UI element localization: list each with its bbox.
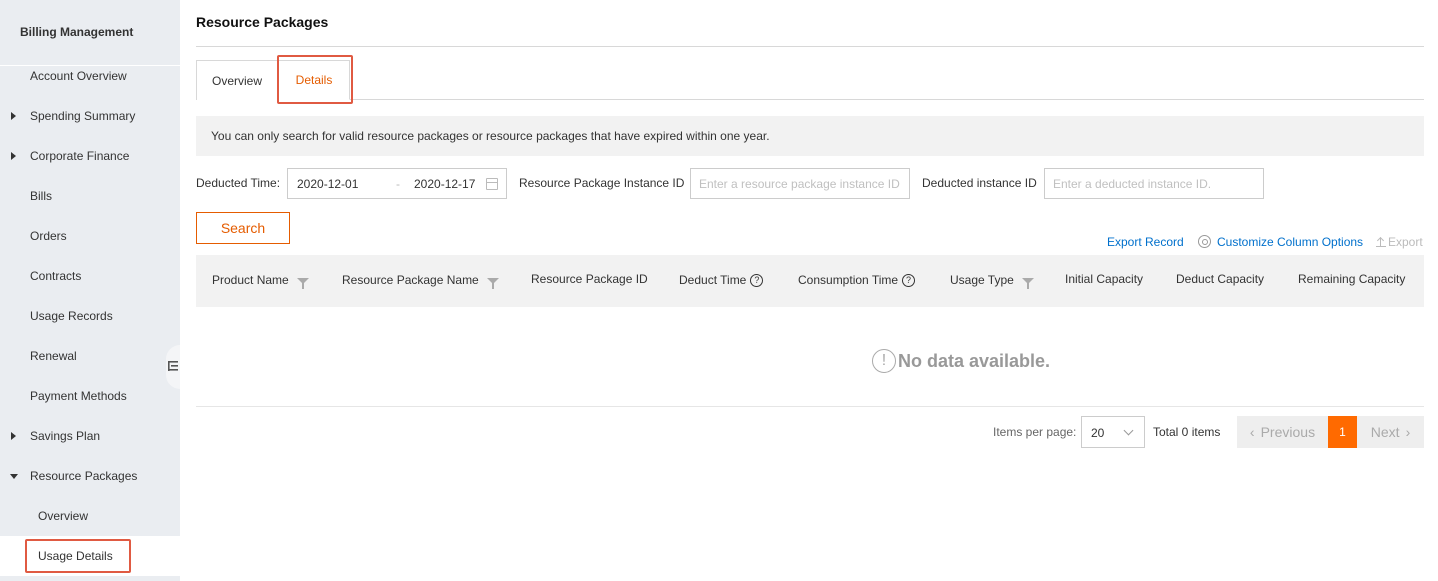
- sidebar-collapse-handle[interactable]: [166, 345, 180, 389]
- sidebar-item-spending-summary[interactable]: Spending Summary: [0, 96, 180, 136]
- date-separator: -: [396, 177, 400, 191]
- total-items: Total 0 items: [1153, 425, 1221, 439]
- sidebar-item-payment-methods[interactable]: Payment Methods: [0, 376, 180, 416]
- column-label: Resource Package Name: [342, 273, 479, 287]
- column-header-deduct-capacity: Deduct Capacity: [1176, 272, 1264, 286]
- column-label: Deduct Capacity: [1176, 272, 1265, 286]
- sidebar-item-label: Savings Plan: [30, 429, 101, 443]
- exclamation-icon: !: [872, 349, 896, 373]
- caret-down-icon: [10, 473, 18, 479]
- customize-columns-link[interactable]: Customize Column Options: [1217, 235, 1363, 249]
- column-header-deduct-time: Deduct Time ?: [679, 273, 764, 287]
- usage-details-highlight-box: [25, 539, 131, 573]
- empty-text: No data available.: [898, 350, 1051, 371]
- next-label: Next: [1370, 424, 1400, 440]
- sidebar-subitem-overview[interactable]: Overview: [0, 496, 180, 536]
- sidebar: Billing Management Account Overview Spen…: [0, 0, 180, 581]
- sidebar-item-label: Contracts: [30, 269, 82, 283]
- sidebar-item-label: Orders: [30, 229, 67, 243]
- chevron-right-icon: ›: [1405, 424, 1411, 440]
- sidebar-item-label: Resource Packages: [30, 469, 138, 483]
- sidebar-item-label: Payment Methods: [30, 389, 127, 403]
- filter-icon[interactable]: [486, 278, 499, 289]
- column-header-resource-package-id: Resource Package ID: [531, 272, 648, 286]
- previous-label: Previous: [1260, 424, 1316, 440]
- title-divider: [196, 46, 1424, 47]
- filter-icon[interactable]: [1021, 278, 1034, 289]
- column-header-usage-type[interactable]: Usage Type: [950, 273, 1034, 289]
- page-title: Resource Packages: [196, 14, 329, 30]
- table-header: Product Name Resource Package Name Resou…: [196, 255, 1424, 307]
- sidebar-item-label: Account Overview: [30, 69, 127, 83]
- page-size-select[interactable]: 20: [1081, 416, 1145, 448]
- instance-id-label: Resource Package Instance ID: [519, 176, 685, 190]
- deducted-instance-input[interactable]: [1044, 168, 1264, 199]
- column-label: Product Name: [212, 273, 289, 287]
- deducted-instance-label: Deducted instance ID: [922, 176, 1037, 190]
- sidebar-item-label: Renewal: [30, 349, 77, 363]
- column-header-product-name[interactable]: Product Name: [212, 273, 309, 289]
- sidebar-title: Billing Management: [20, 25, 134, 39]
- export-record-link[interactable]: Export Record: [1107, 235, 1184, 249]
- search-button[interactable]: Search: [196, 212, 290, 244]
- instance-id-input[interactable]: [690, 168, 910, 199]
- chevron-down-icon: [1123, 425, 1134, 436]
- collapse-icon: [168, 360, 178, 375]
- sidebar-item-savings-plan[interactable]: Savings Plan: [0, 416, 180, 456]
- column-header-resource-package-name[interactable]: Resource Package Name: [342, 273, 499, 289]
- caret-right-icon: [11, 112, 16, 120]
- sidebar-item-label: Spending Summary: [30, 109, 136, 123]
- calendar-icon[interactable]: [486, 178, 498, 190]
- help-icon[interactable]: ?: [902, 273, 916, 287]
- notice-banner: You can only search for valid resource p…: [196, 116, 1424, 156]
- date-range-picker[interactable]: 2020-12-01 - 2020-12-17: [287, 168, 507, 199]
- sidebar-item-renewal[interactable]: Renewal: [0, 336, 180, 376]
- column-label: Resource Package ID: [531, 272, 648, 286]
- column-label: Deduct Time: [679, 273, 747, 287]
- table-bottom-divider: [196, 406, 1424, 407]
- sidebar-item-orders[interactable]: Orders: [0, 216, 180, 256]
- sidebar-item-corporate-finance[interactable]: Corporate Finance: [0, 136, 180, 176]
- caret-right-icon: [11, 152, 16, 160]
- sidebar-item-usage-records[interactable]: Usage Records: [0, 296, 180, 336]
- tab-details[interactable]: Details: [278, 60, 350, 100]
- page: Billing Management Account Overview Spen…: [0, 0, 1438, 581]
- sidebar-item-bills[interactable]: Bills: [0, 176, 180, 216]
- sidebar-item-label: Bills: [30, 189, 53, 203]
- tabs-divider: [196, 99, 1424, 100]
- notice-text: You can only search for valid resource p…: [211, 129, 770, 143]
- column-header-initial-capacity: Initial Capacity: [1065, 272, 1143, 286]
- sidebar-subitem-label: Overview: [38, 509, 89, 523]
- date-end[interactable]: 2020-12-17: [414, 177, 475, 191]
- sidebar-item-label: Usage Records: [30, 309, 113, 323]
- gear-icon[interactable]: [1198, 235, 1211, 248]
- column-label: Remaining Capacity: [1298, 272, 1406, 286]
- tab-overview[interactable]: Overview: [196, 60, 278, 100]
- column-label: Consumption Time: [798, 273, 899, 287]
- help-icon[interactable]: ?: [750, 273, 764, 287]
- sidebar-item-resource-packages[interactable]: Resource Packages: [0, 456, 180, 496]
- date-start[interactable]: 2020-12-01: [297, 177, 358, 191]
- export-label: Export: [1388, 235, 1423, 249]
- caret-right-icon: [11, 432, 16, 440]
- items-per-page-label: Items per page:: [993, 425, 1077, 439]
- previous-page-button[interactable]: ‹ Previous: [1237, 416, 1328, 448]
- deducted-time-label: Deducted Time:: [196, 176, 281, 190]
- column-header-consumption-time: Consumption Time ?: [798, 273, 916, 287]
- empty-state: ! No data available.: [872, 349, 1050, 373]
- page-number-current[interactable]: 1: [1328, 416, 1357, 448]
- export-button[interactable]: Export: [1376, 235, 1423, 249]
- sidebar-item-label: Corporate Finance: [30, 149, 130, 163]
- sidebar-item-contracts[interactable]: Contracts: [0, 256, 180, 296]
- column-header-remaining-capacity: Remaining Capacity: [1298, 272, 1405, 286]
- column-label: Usage Type: [950, 273, 1014, 287]
- sidebar-item-account-overview[interactable]: Account Overview: [0, 56, 180, 96]
- column-label: Initial Capacity: [1065, 272, 1144, 286]
- export-icon: [1376, 237, 1386, 247]
- page-size-value: 20: [1091, 426, 1105, 440]
- next-page-button[interactable]: Next ›: [1357, 416, 1424, 448]
- filter-icon[interactable]: [296, 278, 309, 289]
- chevron-left-icon: ‹: [1249, 424, 1255, 440]
